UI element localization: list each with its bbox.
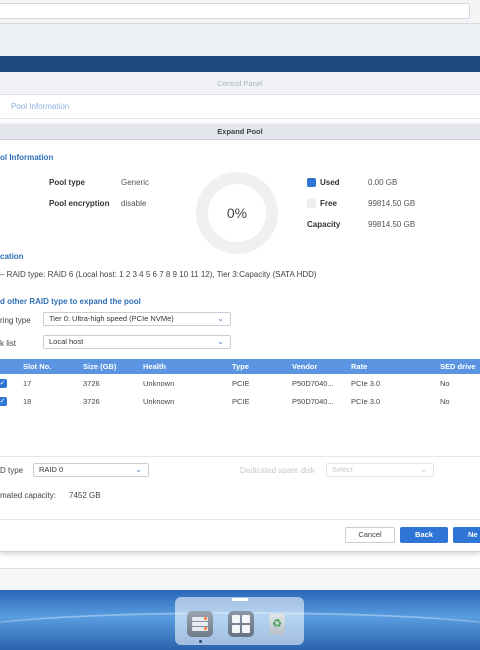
pool-info-section-title: ol Information: [0, 153, 54, 162]
dock-handle[interactable]: [232, 598, 248, 601]
cell-sed: No: [440, 397, 450, 406]
col-slot[interactable]: Slot No.: [23, 359, 51, 374]
cell-vendor: P50D7040...: [292, 379, 334, 388]
free-legend-swatch: [307, 199, 316, 208]
control-panel-tabbar: Pool Information: [0, 95, 480, 119]
dialog-title: Expand Pool: [0, 124, 480, 140]
cell-vendor: P50D7040...: [292, 397, 334, 406]
raid-type-value: RAID 0: [39, 465, 64, 474]
usage-percent: 0%: [208, 184, 266, 242]
raid-type-label: D type: [0, 466, 24, 475]
recycle-symbol-icon: ♻: [269, 614, 285, 635]
spare-disk-placeholder: Select: [332, 465, 353, 474]
disk-list-label: k list: [0, 339, 16, 348]
cell-sed: No: [440, 379, 450, 388]
raid-type-select[interactable]: RAID 0 ⌄: [33, 463, 149, 477]
tab-pool-information[interactable]: Pool Information: [11, 102, 69, 111]
spare-disk-label: Dedicated spare disk: [240, 466, 315, 475]
col-sed[interactable]: SED drive: [440, 359, 475, 374]
col-size[interactable]: Size (GB): [83, 359, 116, 374]
pool-usage-donut: 0%: [196, 172, 278, 254]
chevron-down-icon: ⌄: [420, 465, 427, 474]
col-health[interactable]: Health: [143, 359, 166, 374]
active-app-indicator: [199, 640, 202, 643]
back-button[interactable]: Back: [400, 527, 448, 543]
estimated-capacity-label: mated capacity:: [0, 491, 57, 500]
table-row[interactable]: ✓ 17 3726 Unknown PCIE P50D7040... PCIe …: [0, 377, 480, 390]
tiering-type-select[interactable]: Tier 0: Ultra-high speed (PCIe NVMe) ⌄: [43, 312, 231, 326]
cell-rate: PCIe 3.0: [351, 397, 381, 406]
disk-list-select[interactable]: Local host ⌄: [43, 335, 231, 349]
top-address-bar: [0, 0, 480, 24]
cell-slot: 17: [23, 379, 32, 388]
address-field[interactable]: [0, 3, 470, 19]
control-panel-title: Control Panel: [0, 72, 480, 95]
table-row[interactable]: ✓ 18 3726 Unknown PCIE P50D7040... PCIe …: [0, 395, 480, 408]
free-label: Free: [320, 199, 337, 208]
next-button[interactable]: Ne: [453, 527, 480, 543]
cell-health: Unknown: [143, 397, 175, 406]
tiering-type-value: Tier 0: Ultra-high speed (PCIe NVMe): [49, 314, 174, 323]
estimated-capacity-value: 7452 GB: [69, 491, 101, 500]
cell-type: PCIE: [232, 397, 250, 406]
disk-table-header: Slot No. Size (GB) Health Type Vendor Ra…: [0, 359, 480, 374]
disk-list-value: Local host: [49, 337, 84, 346]
pool-encryption-label: Pool encryption: [49, 199, 110, 208]
row-checkbox[interactable]: ✓: [0, 397, 7, 406]
allocation-detail: – RAID type: RAID 6 (Local host: 1 2 3 4…: [0, 270, 317, 279]
cancel-button[interactable]: Cancel: [345, 527, 395, 543]
app-center-icon[interactable]: [228, 611, 254, 637]
used-value: 0.00 GB: [368, 178, 398, 187]
cell-type: PCIE: [232, 379, 250, 388]
window-top-bar: [0, 56, 480, 72]
pool-type-label: Pool type: [49, 178, 86, 187]
capacity-value: 99814.50 GB: [368, 220, 416, 229]
free-value: 99814.50 GB: [368, 199, 416, 208]
cell-rate: PCIe 3.0: [351, 379, 381, 388]
recycle-bin-icon[interactable]: ♻: [264, 611, 290, 637]
tiering-type-label: ring type: [0, 316, 31, 325]
col-type[interactable]: Type: [232, 359, 249, 374]
chevron-down-icon: ⌄: [135, 465, 142, 474]
expand-section-title: d other RAID type to expand the pool: [0, 297, 141, 306]
cell-size: 3726: [83, 379, 100, 388]
cell-slot: 18: [23, 397, 32, 406]
chevron-down-icon: ⌄: [217, 314, 224, 323]
cell-health: Unknown: [143, 379, 175, 388]
desktop-band: [0, 568, 480, 590]
used-label: Used: [320, 178, 340, 187]
divider: [0, 456, 480, 457]
col-rate[interactable]: Rate: [351, 359, 367, 374]
desktop-backdrop: [0, 25, 480, 55]
expand-pool-dialog: Expand Pool ol Information Pool type Gen…: [0, 124, 480, 552]
col-vendor[interactable]: Vendor: [292, 359, 317, 374]
pool-encryption-value: disable: [121, 199, 147, 208]
storage-manager-icon[interactable]: [187, 611, 213, 637]
spare-disk-select[interactable]: Select ⌄: [326, 463, 434, 477]
allocation-section-title: cation: [0, 252, 24, 261]
footer-divider: [0, 519, 480, 520]
cell-size: 3726: [83, 397, 100, 406]
capacity-label: Capacity: [307, 220, 341, 229]
used-legend-swatch: [307, 178, 316, 187]
pool-type-value: Generic: [121, 178, 150, 187]
chevron-down-icon: ⌄: [217, 337, 224, 346]
row-checkbox[interactable]: ✓: [0, 379, 7, 388]
